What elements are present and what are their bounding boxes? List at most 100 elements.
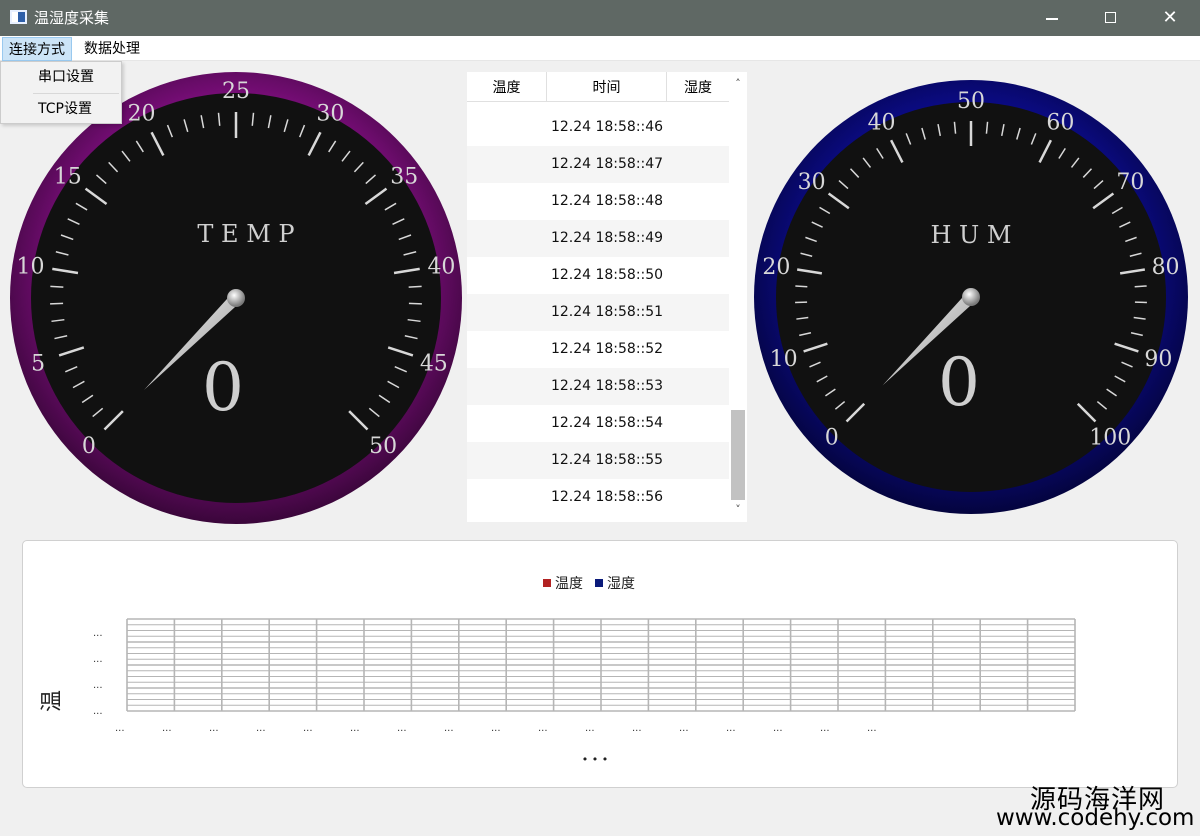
menu-connection[interactable]: 连接方式 [2,37,72,61]
table-cell-time: 12.24 18:58::49 [550,230,664,246]
humidity-gauge-value: 0 [938,344,980,421]
table-cell-time: 12.24 18:58::51 [550,304,664,320]
table-row[interactable]: 12.24 18:58::51 [467,294,729,331]
menu-item-serial-settings[interactable]: 串口设置 [1,62,121,92]
chart-x-tick-label: ... [820,723,830,734]
table-row[interactable]: 12.24 18:58::55 [467,442,729,479]
table-row[interactable]: 12.24 18:58::50 [467,257,729,294]
table-row[interactable]: 12.24 18:58::56 [467,479,729,516]
hum-tick-label: 40 [868,110,896,135]
chart-x-tick-label: ... [585,723,595,734]
title-bar[interactable]: 温湿度采集 ✕ [0,0,1200,36]
chart-x-tick-label: ... [773,723,783,734]
table-cell-time: 12.24 18:58::47 [550,156,664,172]
temperature-gauge-value: 0 [202,349,244,426]
temp-tick-label: 0 [82,434,96,459]
table-row[interactable]: 12.24 18:58::46 [467,109,729,146]
table-cell-time: 12.24 18:58::55 [550,452,664,468]
maximize-icon [1105,12,1116,23]
hum-tick-label: 80 [1152,255,1180,280]
scroll-down-icon[interactable]: ˅ [729,500,747,522]
temperature-gauge-label: T E M P [197,220,294,248]
legend-swatch [543,579,551,587]
scroll-thumb[interactable] [731,410,745,500]
table-row[interactable]: 12.24 18:58::49 [467,220,729,257]
temp-tick-label: 30 [316,102,344,127]
chart-x-tick-label: ... [444,723,454,734]
chart-x-tick-label: ... [538,723,548,734]
chart-x-tick-label: ... [491,723,501,734]
table-scrollbar[interactable]: ˄ ˅ [729,72,747,522]
temp-tick-label: 5 [31,351,45,376]
chart-x-tick-label: ... [867,723,877,734]
temp-minor-tick [50,285,64,288]
humidity-gauge: 0 10 20 30 40 50 60 70 80 90 100 H U M 0 [754,80,1188,514]
legend-swatch [595,579,603,587]
humidity-gauge-graphic: 0 10 20 30 40 50 60 70 80 90 100 H U M 0 [754,80,1188,514]
legend-label: 湿度 [607,576,635,592]
temp-tick-label: 50 [369,434,397,459]
chart-x-tick-label: ... [679,723,689,734]
chart-x-tick-label: ... [303,723,313,734]
chart-legend: 温度 湿度 [543,576,635,592]
column-header-time[interactable]: 时间 [547,72,667,102]
table-cell-time: 12.24 18:58::52 [550,341,664,357]
chart-y-tick-label: ... [93,654,103,665]
column-header-humidity[interactable]: 湿度 [667,72,729,102]
scroll-up-icon[interactable]: ˄ [729,72,747,94]
app-window: 温湿度采集 ✕ 连接方式 数据处理 串口设置 TCP设置 0 5 10 15 2… [0,0,1200,836]
humidity-gauge-label: H U M [931,221,1012,249]
chart-y-tick-label: ... [93,706,103,717]
window-title: 温湿度采集 [34,9,110,27]
temp-tick-label: 10 [17,254,45,279]
table-cell-time: 12.24 18:58::53 [550,378,664,394]
connection-dropdown: 串口设置 TCP设置 [0,61,122,124]
chart-x-tick-label: ... [256,723,266,734]
column-header-temperature[interactable]: 温度 [467,72,547,102]
table-row[interactable]: 12.24 18:58::53 [467,368,729,405]
table-header: 温度 时间 湿度 [467,72,729,102]
data-table[interactable]: 温度 时间 湿度 12.24 18:58::46 12.24 18:58::47 1… [467,72,747,522]
hum-tick-label: 70 [1116,170,1144,195]
temp-tick-label: 20 [128,102,156,127]
chart-y-tick-label: ... [93,680,103,691]
menu-item-tcp-settings[interactable]: TCP设置 [1,94,121,124]
table-cell-time: 12.24 18:58::48 [550,193,664,209]
temp-tick-label: 25 [222,79,250,104]
close-button[interactable]: ✕ [1140,0,1200,36]
chart-x-tick-label: ... [632,723,642,734]
menu-data-processing[interactable]: 数据处理 [78,37,146,61]
table-row[interactable]: 12.24 18:58::48 [467,183,729,220]
legend-label: 温度 [555,576,583,592]
hum-tick-label: 90 [1144,347,1172,372]
temp-minor-tick [408,285,422,288]
table-cell-time: 12.24 18:58::54 [550,415,664,431]
hum-tick-label: 100 [1089,425,1131,450]
chart-y-tick-labels: ............ [93,628,103,717]
table-row[interactable]: 12.24 18:58::52 [467,331,729,368]
minimize-button[interactable] [1022,0,1082,36]
table-row[interactable]: 12.24 18:58::54 [467,405,729,442]
hum-minor-tick [795,285,808,288]
temp-tick-label: 15 [54,165,82,190]
temp-tick-label: 35 [390,165,418,190]
table-row[interactable]: 12.24 18:58::47 [467,146,729,183]
chart-x-tick-label: ... [162,723,172,734]
table-body: 12.24 18:58::4612.24 18:58::4712.24 18:5… [467,102,729,522]
hum-tick-label: 60 [1046,110,1074,135]
temperature-gauge-hub [227,289,245,307]
chart-x-tick-label: ... [726,723,736,734]
hum-minor-tick [1134,285,1147,288]
app-icon [10,10,27,24]
minimize-icon [1046,18,1058,20]
table-cell-time: 12.24 18:58::50 [550,267,664,283]
humidity-gauge-hub [962,288,980,306]
chart-x-tick-label: ... [115,723,125,734]
chart-panel: 温度 湿度 ............ ......................… [22,540,1178,788]
temp-tick-label: 45 [420,351,448,376]
maximize-button[interactable] [1080,0,1140,36]
temperature-gauge: 0 5 10 15 20 25 30 35 40 45 50 T E M P 0 [10,72,462,524]
chart-x-tick-label: ... [350,723,360,734]
line-chart: 温度 湿度 ............ ......................… [40,576,1076,766]
chart-y-tick-label: ... [93,628,103,639]
